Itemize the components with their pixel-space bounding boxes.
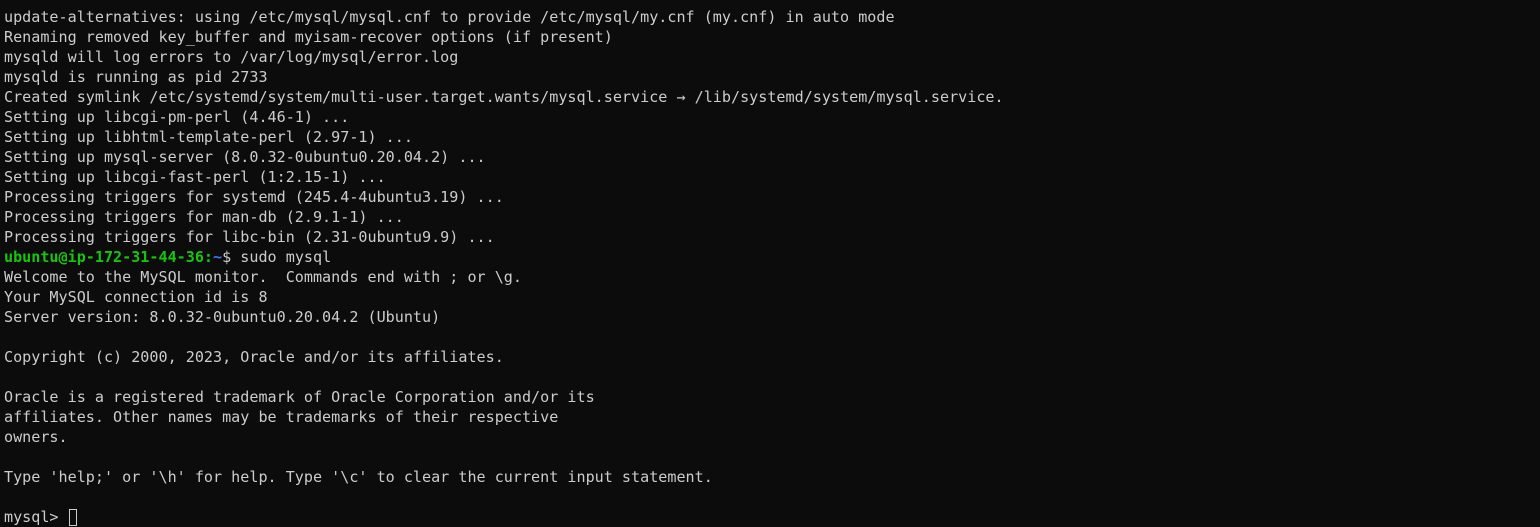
mysql-output-line bbox=[4, 487, 1540, 507]
terminal-window[interactable]: update-alternatives: using /etc/mysql/my… bbox=[0, 0, 1540, 527]
mysql-prompt: mysql> bbox=[4, 508, 68, 526]
text-cursor[interactable] bbox=[68, 509, 77, 526]
prompt-path: ~ bbox=[213, 248, 223, 266]
shell-command: sudo mysql bbox=[240, 248, 332, 266]
prompt-separator: : bbox=[203, 248, 214, 266]
mysql-output-line: Oracle is a registered trademark of Orac… bbox=[4, 388, 595, 406]
output-line: Created symlink /etc/systemd/system/mult… bbox=[4, 88, 1004, 106]
prompt-symbol: $ bbox=[222, 248, 241, 266]
output-line: Processing triggers for man-db (2.9.1-1)… bbox=[4, 208, 404, 226]
output-line: Setting up libcgi-fast-perl (1:2.15-1) .… bbox=[4, 168, 386, 186]
mysql-output-line: Server version: 8.0.32-0ubuntu0.20.04.2 … bbox=[4, 308, 441, 326]
output-line: update-alternatives: using /etc/mysql/my… bbox=[4, 8, 895, 26]
mysql-output-line bbox=[4, 367, 1540, 387]
output-line: Setting up mysql-server (8.0.32-0ubuntu0… bbox=[4, 148, 486, 166]
mysql-output-line: Type 'help;' or '\h' for help. Type '\c'… bbox=[4, 468, 713, 486]
output-line: mysqld will log errors to /var/log/mysql… bbox=[4, 48, 459, 66]
mysql-output-line: Copyright (c) 2000, 2023, Oracle and/or … bbox=[4, 348, 504, 366]
output-line: Setting up libhtml-template-perl (2.97-1… bbox=[4, 128, 413, 146]
output-line: Renaming removed key_buffer and myisam-r… bbox=[4, 28, 613, 46]
mysql-output-line: affiliates. Other names may be trademark… bbox=[4, 408, 559, 426]
output-line: mysqld is running as pid 2733 bbox=[4, 68, 268, 86]
mysql-output-line bbox=[4, 447, 1540, 467]
output-line: Setting up libcgi-pm-perl (4.46-1) ... bbox=[4, 108, 350, 126]
output-line: Processing triggers for libc-bin (2.31-0… bbox=[4, 228, 495, 246]
mysql-output-line: Your MySQL connection id is 8 bbox=[4, 288, 268, 306]
shell-prompt-line: ubuntu@ip-172-31-44-36:~$ sudo mysql bbox=[4, 247, 1540, 267]
mysql-output-line: Welcome to the MySQL monitor. Commands e… bbox=[4, 268, 522, 286]
mysql-input-line[interactable]: mysql> bbox=[4, 507, 1540, 527]
mysql-output-line: owners. bbox=[4, 428, 68, 446]
prompt-user-host: ubuntu@ip-172-31-44-36 bbox=[4, 248, 204, 266]
mysql-output-line bbox=[4, 327, 1540, 347]
output-line: Processing triggers for systemd (245.4-4… bbox=[4, 188, 504, 206]
